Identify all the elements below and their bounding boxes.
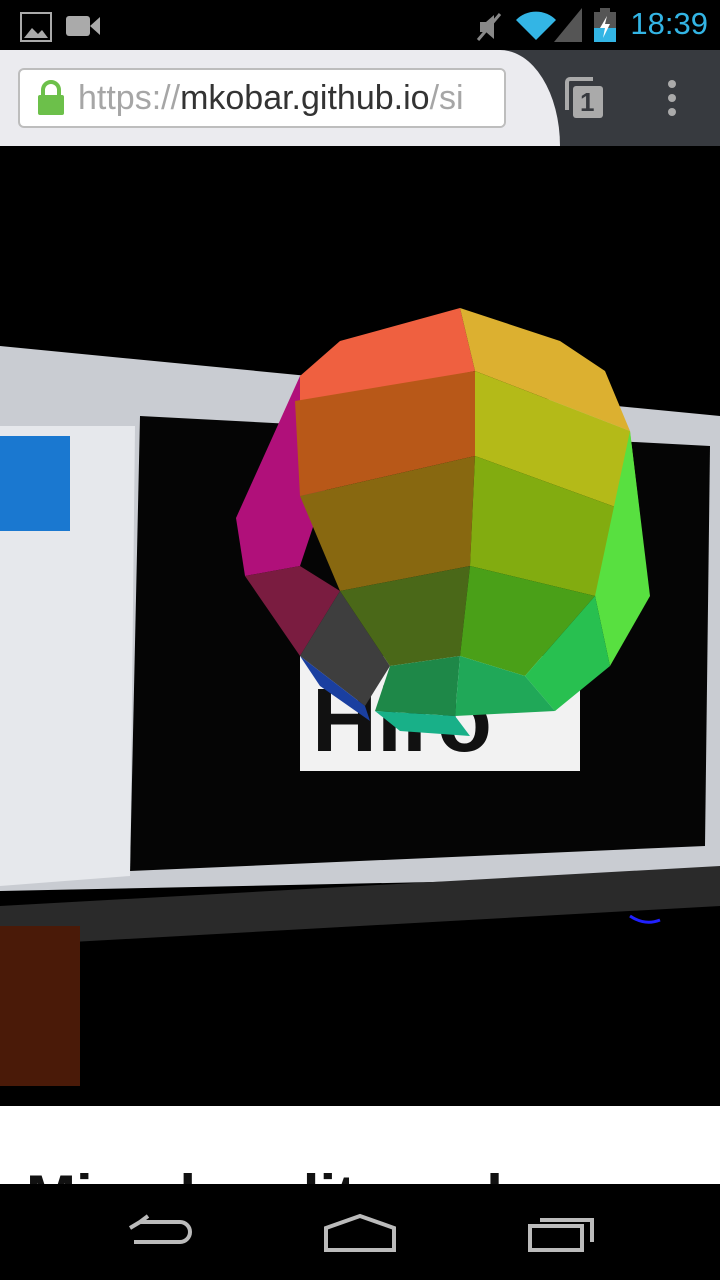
thumbnail [0, 436, 70, 531]
battery-charging-icon [594, 8, 616, 42]
video-icon [66, 16, 100, 36]
url-host: mkobar.github.io [180, 78, 430, 117]
page-content: Mixed reality web [0, 1106, 720, 1184]
menu-icon[interactable] [660, 78, 684, 118]
camera-scene: Hiro [0, 308, 720, 1086]
wifi-icon [516, 11, 556, 40]
status-bar: 18:39 [0, 0, 720, 50]
blue-glare [629, 914, 661, 924]
lock-icon [38, 80, 64, 115]
browser-toolbar: https://mkobar.github.io/si 1 [0, 50, 720, 146]
navigation-bar [0, 1184, 720, 1280]
url-path: /si [429, 78, 464, 117]
gallery-icon [20, 12, 52, 42]
url-scheme: https:// [78, 78, 181, 117]
home-icon[interactable] [320, 1204, 400, 1260]
recents-icon[interactable] [522, 1204, 602, 1260]
ar-camera-view[interactable]: Hiro [0, 146, 720, 1106]
url-text[interactable]: https://mkobar.github.io/si [78, 79, 464, 118]
desk-object [0, 926, 80, 1086]
page-heading: Mixed reality web [26, 1162, 523, 1184]
tab-switcher-button[interactable]: 1 [563, 76, 607, 120]
mute-icon [476, 13, 502, 41]
signal-icon [554, 8, 582, 42]
back-icon[interactable] [120, 1204, 200, 1260]
tab-count: 1 [580, 87, 595, 117]
clock: 18:39 [630, 6, 708, 41]
url-fade [464, 70, 504, 126]
url-bar[interactable]: https://mkobar.github.io/si [18, 68, 506, 128]
